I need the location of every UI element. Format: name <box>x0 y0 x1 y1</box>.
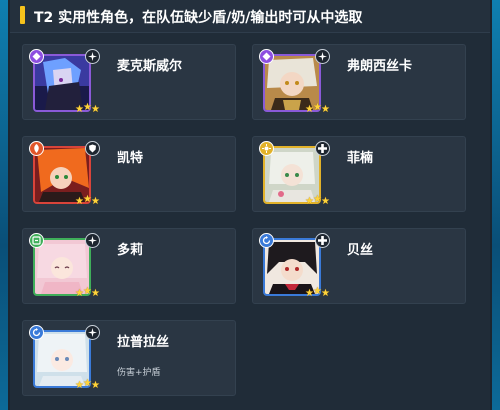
character-name: 多莉 <box>117 243 144 258</box>
character-card[interactable]: ★ ★ ★ 贝丝 <box>252 228 466 304</box>
tier-title: T2 实用性角色，在队伍缺少盾/奶/输出时可从中选取 <box>34 10 363 26</box>
purple-class-icon <box>29 49 44 64</box>
blue-class-icon <box>259 233 274 248</box>
star-rating: ★ ★ ★ <box>75 103 103 115</box>
cross-element-icon <box>315 233 330 248</box>
tier-header: T2 实用性角色，在队伍缺少盾/奶/输出时可从中选取 <box>10 0 490 33</box>
tier-panel: T2 实用性角色，在队伍缺少盾/奶/输出时可从中选取 ★ ★ ★ 麦克斯威尔 ★… <box>10 0 490 410</box>
header-accent-bar <box>20 6 25 24</box>
star-rating: ★ ★ ★ <box>75 287 103 299</box>
character-card[interactable]: ★ ★ ★ 麦克斯威尔 <box>22 44 236 120</box>
star-element-icon <box>85 49 100 64</box>
character-name: 菲楠 <box>347 151 374 166</box>
star-element-icon <box>85 325 100 340</box>
star-rating: ★ ★ ★ <box>305 195 333 207</box>
star-icon: ★ <box>91 380 100 391</box>
character-name: 凯特 <box>117 151 144 166</box>
character-card[interactable]: ★ ★ ★ 多莉 <box>22 228 236 304</box>
character-name: 拉普拉丝 <box>117 335 170 350</box>
star-rating: ★ ★ ★ <box>75 195 103 207</box>
green-class-icon <box>29 233 44 248</box>
purple-class-icon <box>259 49 274 64</box>
shield-element-icon <box>85 141 100 156</box>
star-icon: ★ <box>91 104 100 115</box>
right-edge-decoration <box>492 0 500 410</box>
star-icon: ★ <box>321 196 330 207</box>
star-rating: ★ ★ ★ <box>305 103 333 115</box>
yellow-class-icon <box>259 141 274 156</box>
star-rating: ★ ★ ★ <box>75 379 103 391</box>
star-rating: ★ ★ ★ <box>305 287 333 299</box>
blue-class-icon <box>29 325 44 340</box>
orange-class-icon <box>29 141 44 156</box>
character-card[interactable]: ★ ★ ★ 凯特 <box>22 136 236 212</box>
star-icon: ★ <box>91 196 100 207</box>
character-card[interactable]: ★ ★ ★ 拉普拉丝 伤害+护盾 <box>22 320 236 396</box>
character-name: 麦克斯威尔 <box>117 59 183 74</box>
cross-element-icon <box>315 141 330 156</box>
character-card[interactable]: ★ ★ ★ 菲楠 <box>252 136 466 212</box>
character-name: 弗朗西丝卡 <box>347 59 413 74</box>
star-element-icon <box>315 49 330 64</box>
star-icon: ★ <box>321 288 330 299</box>
star-icon: ★ <box>91 288 100 299</box>
character-description: 伤害+护盾 <box>117 368 161 378</box>
star-element-icon <box>85 233 100 248</box>
star-icon: ★ <box>321 104 330 115</box>
left-edge-decoration <box>0 0 8 410</box>
character-name: 贝丝 <box>347 243 374 258</box>
character-card[interactable]: ★ ★ ★ 弗朗西丝卡 <box>252 44 466 120</box>
